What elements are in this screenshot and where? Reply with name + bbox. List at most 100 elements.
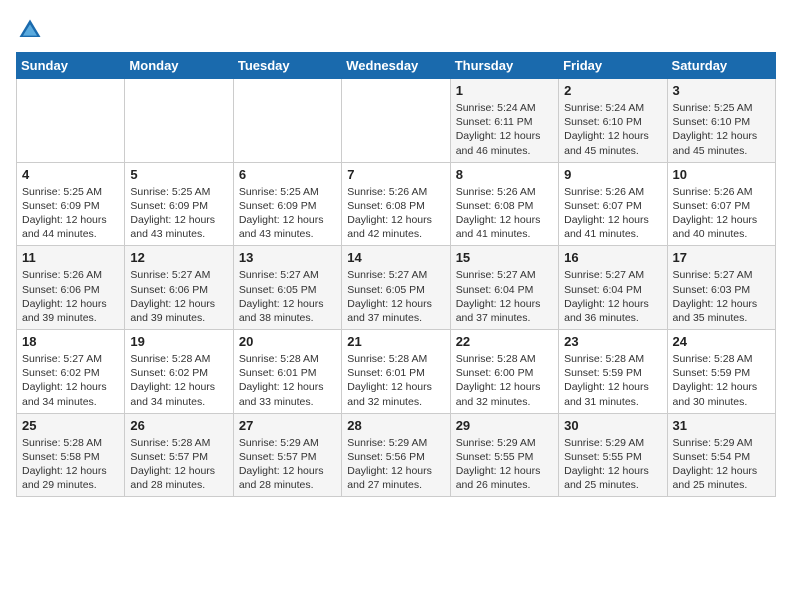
day-info: Sunrise: 5:27 AM Sunset: 6:04 PM Dayligh… xyxy=(564,268,661,325)
calendar-cell: 14 Sunrise: 5:27 AM Sunset: 6:05 PM Dayli… xyxy=(342,246,450,330)
day-info: Sunrise: 5:29 AM Sunset: 5:55 PM Dayligh… xyxy=(456,436,553,493)
calendar-week-row: 11Sunrise: 5:26 AM Sunset: 6:06 PM Dayli… xyxy=(17,246,776,330)
calendar-cell: 25 Sunrise: 5:28 AM Sunset: 5:58 PM Dayli… xyxy=(17,413,125,497)
day-number: 23 xyxy=(564,334,661,349)
day-number: 31 xyxy=(673,418,770,433)
calendar-cell: 2 Sunrise: 5:24 AM Sunset: 6:10 PM Daylig… xyxy=(559,79,667,163)
day-number: 19 xyxy=(130,334,227,349)
day-number: 28 xyxy=(347,418,444,433)
calendar-cell: 3Sunrise: 5:25 AM Sunset: 6:10 PM Daylig… xyxy=(667,79,775,163)
day-number: 15 xyxy=(456,250,553,265)
calendar-cell: 19 Sunrise: 5:28 AM Sunset: 6:02 PM Dayli… xyxy=(125,330,233,414)
calendar-cell: 27Sunrise: 5:29 AM Sunset: 5:57 PM Dayli… xyxy=(233,413,341,497)
day-info: Sunrise: 5:28 AM Sunset: 5:57 PM Dayligh… xyxy=(130,436,227,493)
calendar-cell xyxy=(342,79,450,163)
calendar-cell: 18 Sunrise: 5:27 AM Sunset: 6:02 PM Dayli… xyxy=(17,330,125,414)
weekday-header-row: SundayMondayTuesdayWednesdayThursdayFrid… xyxy=(17,53,776,79)
day-number: 14 xyxy=(347,250,444,265)
day-number: 12 xyxy=(130,250,227,265)
day-number: 1 xyxy=(456,83,553,98)
day-number: 13 xyxy=(239,250,336,265)
calendar-cell xyxy=(233,79,341,163)
day-info: Sunrise: 5:26 AM Sunset: 6:08 PM Dayligh… xyxy=(456,185,553,242)
day-info: Sunrise: 5:27 AM Sunset: 6:05 PM Dayligh… xyxy=(239,268,336,325)
day-number: 18 xyxy=(22,334,119,349)
page-header xyxy=(16,16,776,44)
day-number: 26 xyxy=(130,418,227,433)
day-info: Sunrise: 5:28 AM Sunset: 6:01 PM Dayligh… xyxy=(347,352,444,409)
day-info: Sunrise: 5:28 AM Sunset: 5:59 PM Dayligh… xyxy=(564,352,661,409)
weekday-header-saturday: Saturday xyxy=(667,53,775,79)
day-info: Sunrise: 5:27 AM Sunset: 6:03 PM Dayligh… xyxy=(673,268,770,325)
calendar-cell: 12 Sunrise: 5:27 AM Sunset: 6:06 PM Dayli… xyxy=(125,246,233,330)
day-info: Sunrise: 5:26 AM Sunset: 6:07 PM Dayligh… xyxy=(673,185,770,242)
calendar-cell: 6 Sunrise: 5:25 AM Sunset: 6:09 PM Daylig… xyxy=(233,162,341,246)
day-info: Sunrise: 5:27 AM Sunset: 6:05 PM Dayligh… xyxy=(347,268,444,325)
day-info: Sunrise: 5:27 AM Sunset: 6:06 PM Dayligh… xyxy=(130,268,227,325)
day-number: 21 xyxy=(347,334,444,349)
day-number: 29 xyxy=(456,418,553,433)
day-number: 5 xyxy=(130,167,227,182)
calendar-cell: 11Sunrise: 5:26 AM Sunset: 6:06 PM Dayli… xyxy=(17,246,125,330)
day-info: Sunrise: 5:29 AM Sunset: 5:55 PM Dayligh… xyxy=(564,436,661,493)
calendar-cell: 24 Sunrise: 5:28 AM Sunset: 5:59 PM Dayli… xyxy=(667,330,775,414)
calendar-cell: 10 Sunrise: 5:26 AM Sunset: 6:07 PM Dayli… xyxy=(667,162,775,246)
day-info: Sunrise: 5:29 AM Sunset: 5:57 PM Dayligh… xyxy=(239,436,336,493)
day-number: 7 xyxy=(347,167,444,182)
calendar-cell: 15 Sunrise: 5:27 AM Sunset: 6:04 PM Dayli… xyxy=(450,246,558,330)
weekday-header-friday: Friday xyxy=(559,53,667,79)
day-info: Sunrise: 5:26 AM Sunset: 6:08 PM Dayligh… xyxy=(347,185,444,242)
calendar-cell: 26 Sunrise: 5:28 AM Sunset: 5:57 PM Dayli… xyxy=(125,413,233,497)
day-number: 11 xyxy=(22,250,119,265)
day-info: Sunrise: 5:24 AM Sunset: 6:11 PM Dayligh… xyxy=(456,101,553,158)
day-info: Sunrise: 5:28 AM Sunset: 5:59 PM Dayligh… xyxy=(673,352,770,409)
calendar-cell: 8 Sunrise: 5:26 AM Sunset: 6:08 PM Daylig… xyxy=(450,162,558,246)
calendar-cell: 22Sunrise: 5:28 AM Sunset: 6:00 PM Dayli… xyxy=(450,330,558,414)
day-number: 6 xyxy=(239,167,336,182)
weekday-header-sunday: Sunday xyxy=(17,53,125,79)
day-number: 17 xyxy=(673,250,770,265)
calendar-cell: 7 Sunrise: 5:26 AM Sunset: 6:08 PM Daylig… xyxy=(342,162,450,246)
calendar-cell: 28 Sunrise: 5:29 AM Sunset: 5:56 PM Dayli… xyxy=(342,413,450,497)
logo xyxy=(16,16,46,44)
day-number: 10 xyxy=(673,167,770,182)
day-info: Sunrise: 5:27 AM Sunset: 6:04 PM Dayligh… xyxy=(456,268,553,325)
day-number: 3 xyxy=(673,83,770,98)
day-info: Sunrise: 5:28 AM Sunset: 6:02 PM Dayligh… xyxy=(130,352,227,409)
calendar-cell: 31Sunrise: 5:29 AM Sunset: 5:54 PM Dayli… xyxy=(667,413,775,497)
day-info: Sunrise: 5:29 AM Sunset: 5:56 PM Dayligh… xyxy=(347,436,444,493)
day-info: Sunrise: 5:28 AM Sunset: 5:58 PM Dayligh… xyxy=(22,436,119,493)
day-info: Sunrise: 5:25 AM Sunset: 6:09 PM Dayligh… xyxy=(239,185,336,242)
calendar-cell: 23 Sunrise: 5:28 AM Sunset: 5:59 PM Dayli… xyxy=(559,330,667,414)
calendar-cell xyxy=(125,79,233,163)
calendar-cell: 16 Sunrise: 5:27 AM Sunset: 6:04 PM Dayli… xyxy=(559,246,667,330)
calendar-week-row: 18 Sunrise: 5:27 AM Sunset: 6:02 PM Dayli… xyxy=(17,330,776,414)
weekday-header-monday: Monday xyxy=(125,53,233,79)
day-number: 20 xyxy=(239,334,336,349)
day-info: Sunrise: 5:28 AM Sunset: 6:01 PM Dayligh… xyxy=(239,352,336,409)
calendar-table: SundayMondayTuesdayWednesdayThursdayFrid… xyxy=(16,52,776,497)
calendar-cell: 13 Sunrise: 5:27 AM Sunset: 6:05 PM Dayli… xyxy=(233,246,341,330)
day-number: 24 xyxy=(673,334,770,349)
weekday-header-wednesday: Wednesday xyxy=(342,53,450,79)
calendar-cell: 17 Sunrise: 5:27 AM Sunset: 6:03 PM Dayli… xyxy=(667,246,775,330)
weekday-header-tuesday: Tuesday xyxy=(233,53,341,79)
day-info: Sunrise: 5:26 AM Sunset: 6:07 PM Dayligh… xyxy=(564,185,661,242)
day-number: 2 xyxy=(564,83,661,98)
day-number: 8 xyxy=(456,167,553,182)
day-number: 4 xyxy=(22,167,119,182)
weekday-header-thursday: Thursday xyxy=(450,53,558,79)
day-number: 25 xyxy=(22,418,119,433)
calendar-cell: 30 Sunrise: 5:29 AM Sunset: 5:55 PM Dayli… xyxy=(559,413,667,497)
calendar-week-row: 1 Sunrise: 5:24 AM Sunset: 6:11 PM Daylig… xyxy=(17,79,776,163)
day-number: 9 xyxy=(564,167,661,182)
calendar-week-row: 4 Sunrise: 5:25 AM Sunset: 6:09 PM Daylig… xyxy=(17,162,776,246)
day-info: Sunrise: 5:24 AM Sunset: 6:10 PM Dayligh… xyxy=(564,101,661,158)
day-info: Sunrise: 5:25 AM Sunset: 6:09 PM Dayligh… xyxy=(130,185,227,242)
day-info: Sunrise: 5:27 AM Sunset: 6:02 PM Dayligh… xyxy=(22,352,119,409)
day-number: 30 xyxy=(564,418,661,433)
day-info: Sunrise: 5:28 AM Sunset: 6:00 PM Dayligh… xyxy=(456,352,553,409)
day-number: 16 xyxy=(564,250,661,265)
day-info: Sunrise: 5:25 AM Sunset: 6:09 PM Dayligh… xyxy=(22,185,119,242)
calendar-cell: 4 Sunrise: 5:25 AM Sunset: 6:09 PM Daylig… xyxy=(17,162,125,246)
